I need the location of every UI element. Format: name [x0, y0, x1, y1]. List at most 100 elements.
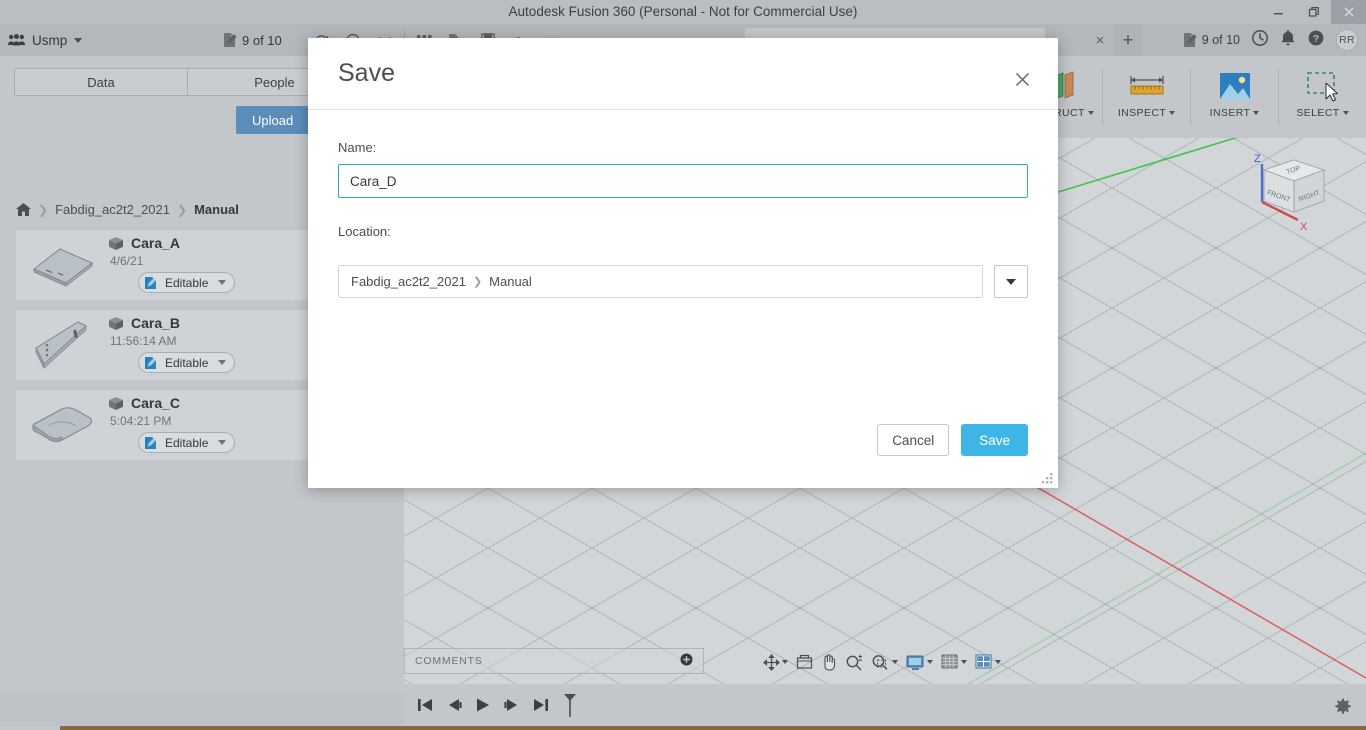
location-field-label: Location: [338, 224, 391, 239]
dialog-footer: Cancel Save [877, 424, 1028, 456]
status-badge[interactable]: Editable [138, 432, 236, 454]
cancel-button[interactable]: Cancel [877, 424, 950, 456]
pan-hand-tool[interactable] [818, 653, 840, 671]
timeline-marker-icon[interactable] [561, 692, 579, 723]
file-name-row: Cara_B [108, 315, 235, 331]
skip-to-end-icon[interactable] [532, 696, 550, 719]
name-input[interactable] [338, 164, 1028, 198]
file-thumbnail [28, 316, 98, 374]
add-comment-icon[interactable] [680, 653, 693, 669]
orbit-tool[interactable] [760, 653, 791, 671]
status-badge[interactable]: Editable [138, 272, 236, 294]
chevron-down-icon [1169, 111, 1176, 115]
avatar[interactable]: RR [1336, 29, 1358, 51]
location-separator: ❯ [472, 276, 483, 288]
status-badge-label: Editable [165, 355, 209, 370]
file-timestamp: 11:56:14 AM [110, 334, 177, 349]
dialog-title: Save [338, 59, 395, 87]
file-info: Cara_B 11:56:14 AM Editable [108, 315, 236, 375]
play-icon[interactable] [474, 696, 492, 719]
save-button[interactable]: Save [961, 424, 1028, 456]
chevron-down-icon [1253, 111, 1260, 115]
ribbon-item-select[interactable]: SELECT [1279, 56, 1366, 138]
part-bracket-icon [35, 321, 87, 369]
skip-to-start-icon[interactable] [416, 696, 434, 719]
ribbon-item-inspect[interactable]: INSPECT [1103, 56, 1190, 138]
location-part-project: Fabdig_ac2t2_2021 [351, 274, 466, 289]
ribbon-item-insert[interactable]: INSERT [1191, 56, 1278, 138]
location-display[interactable]: Fabdig_ac2t2_2021 ❯ Manual [338, 265, 983, 298]
ribbon-item-label: INSPECT [1118, 107, 1176, 119]
file-timestamp: 5:04:21 PM [110, 414, 172, 429]
chevron-down-icon [1006, 278, 1016, 285]
appbar-right-tools: 9 of 10 ? RR [1182, 24, 1358, 56]
home-icon[interactable] [16, 203, 31, 216]
tab-data[interactable]: Data [14, 68, 188, 96]
display-settings-tool[interactable] [903, 654, 936, 671]
part-rounded-plate-icon [32, 407, 93, 442]
file-thumbnail [28, 396, 98, 454]
dialog-resize-handle[interactable] [1042, 472, 1054, 484]
tab-document-count: 9 of 10 [1182, 32, 1240, 48]
gear-icon [1335, 698, 1351, 714]
step-back-icon[interactable] [445, 696, 463, 719]
file-name: Cara_A [131, 235, 181, 252]
breadcrumb-item-folder[interactable]: Manual [194, 202, 239, 217]
close-button[interactable] [1331, 0, 1366, 24]
dialog-body: Name: Location: Fabdig_ac2t2_2021 ❯ Manu… [308, 110, 1058, 328]
location-dropdown-button[interactable] [994, 265, 1028, 298]
upload-button[interactable]: Upload [236, 106, 310, 134]
viewports-tool[interactable] [972, 654, 1004, 670]
bell-icon[interactable] [1280, 29, 1296, 52]
comments-label: COMMENTS [415, 655, 483, 667]
chevron-down-icon [1342, 111, 1349, 115]
status-accent-line-left [0, 726, 60, 730]
new-tab-button[interactable]: + [1114, 24, 1142, 56]
timeline-bar [404, 684, 1366, 730]
breadcrumb-separator: ❯ [177, 202, 188, 217]
file-name-row: Cara_A [108, 235, 235, 251]
chevron-down-icon [995, 660, 1001, 664]
viewcube-axis-x: X [1300, 221, 1308, 233]
comments-bar[interactable]: COMMENTS [404, 648, 704, 674]
team-name: Usmp [32, 32, 68, 48]
location-part-folder: Manual [489, 274, 532, 289]
select-window-icon [1302, 65, 1344, 107]
minimize-button[interactable] [1261, 0, 1296, 24]
view-navigation-bar [760, 648, 1004, 676]
close-icon[interactable] [1010, 67, 1034, 91]
breadcrumb-item-project[interactable]: Fabdig_ac2t2_2021 [55, 202, 170, 217]
chevron-down-icon [927, 660, 933, 664]
location-row: Fabdig_ac2t2_2021 ❯ Manual [338, 265, 1028, 298]
help-icon[interactable]: ? [1307, 29, 1325, 52]
people-icon [8, 34, 25, 46]
component-cube-icon [109, 316, 123, 330]
file-name-row: Cara_C [108, 395, 235, 411]
chevron-down-icon [218, 360, 227, 366]
close-tab-button[interactable]: × [1088, 24, 1112, 56]
save-dialog: Save Name: Location: Fabdig_ac2t2_2021 ❯… [308, 38, 1058, 488]
file-info: Cara_C 5:04:21 PM Editable [108, 395, 236, 455]
insert-image-icon [1217, 65, 1253, 107]
restore-button[interactable] [1296, 0, 1331, 24]
grid-snaps-tool[interactable] [938, 654, 970, 670]
status-badge-label: Editable [165, 435, 209, 450]
file-name: Cara_C [131, 395, 181, 412]
zoom-tool[interactable] [842, 654, 866, 671]
part-flat-plate-icon [33, 248, 93, 287]
team-selector[interactable]: Usmp [8, 24, 83, 56]
step-forward-icon[interactable] [503, 696, 521, 719]
file-timestamp: 4/6/21 [110, 254, 144, 269]
zoom-window-tool[interactable] [868, 654, 901, 671]
document-count-badge: 9 of 10 [222, 24, 282, 56]
chevron-down-icon [1087, 111, 1094, 115]
status-badge[interactable]: Editable [138, 352, 236, 374]
viewcube[interactable]: Z X TOP FRONT RIGHT [1242, 144, 1338, 236]
look-at-tool[interactable] [793, 654, 816, 670]
measure-ruler-icon [1126, 65, 1168, 107]
timeline-settings[interactable] [1334, 684, 1352, 730]
svg-text:?: ? [1313, 33, 1319, 45]
clock-icon[interactable] [1251, 29, 1269, 52]
document-edit-icon [224, 33, 237, 47]
name-field-label: Name: [338, 140, 377, 155]
